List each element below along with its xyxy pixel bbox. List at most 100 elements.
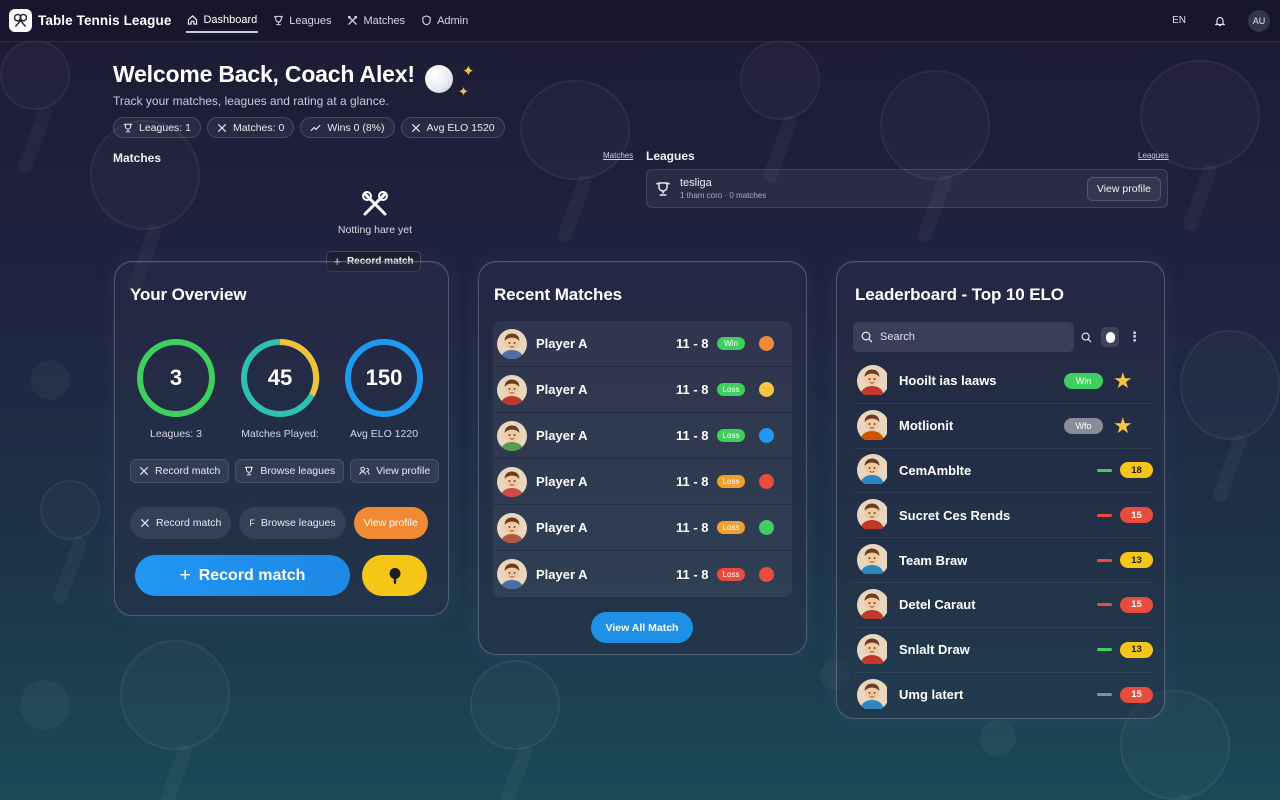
bell-icon[interactable]	[1214, 15, 1226, 27]
result-badge: Loss	[717, 475, 745, 488]
trophy-icon	[245, 466, 254, 476]
language-selector[interactable]: EN	[1172, 15, 1186, 26]
league-row[interactable]: tesliga 1 tham coro · 0 matches View pro…	[646, 169, 1168, 208]
league-meta: 1 tham coro · 0 matches	[680, 191, 767, 200]
match-player: Player A	[536, 520, 588, 535]
trophy-icon	[123, 123, 133, 132]
result-badge: Loss	[717, 383, 745, 396]
leagues-link[interactable]: Leagues	[1138, 151, 1169, 160]
pill-view-profile-button[interactable]: View profile	[353, 507, 428, 539]
match-row[interactable]: Player A 11 - 8 Loss	[493, 551, 792, 597]
result-badge: Loss	[717, 567, 745, 581]
player-name: Snlalt Draw	[899, 642, 970, 658]
button-label: Record match	[155, 465, 221, 477]
avatar	[857, 454, 889, 486]
ring-leagues: 3 Leagues: 3	[135, 337, 217, 440]
trend-dash-icon	[1097, 693, 1112, 697]
search-icon[interactable]	[1081, 332, 1092, 343]
button-label: Record match	[198, 566, 306, 584]
overview-title: Your Overview	[130, 285, 247, 304]
avatar	[857, 588, 889, 621]
plus-icon: +	[179, 564, 191, 586]
view-all-matches-button[interactable]: View All Match	[591, 612, 693, 643]
app-logo[interactable]	[9, 9, 32, 32]
avatar	[497, 374, 527, 405]
pill-record-match-button[interactable]: Record match	[130, 507, 232, 539]
button-label: Record match	[156, 517, 222, 529]
leaderboard-row[interactable]: Hooilt ias laaws Win ★	[853, 359, 1153, 404]
shield-icon	[422, 15, 431, 26]
overview-card: Your Overview 3 Leagues: 3 45 Matches Pl…	[114, 261, 449, 616]
hero: Welcome Back, Coach Alex! ✦ ✦ Track your…	[113, 60, 475, 109]
overview-record-match-button[interactable]: Record match	[130, 459, 230, 483]
player-name: CemAmblte	[899, 462, 972, 478]
match-row[interactable]: Player A 11 - 8 Loss	[493, 413, 792, 459]
matches-link[interactable]: Matches	[603, 151, 633, 160]
button-label: Browse leagues	[260, 517, 336, 529]
view-profile-button[interactable]: View profile	[1086, 176, 1161, 201]
nav-dashboard[interactable]: Dashboard	[186, 9, 259, 33]
leaderboard-row[interactable]: CemAmblte 18	[853, 449, 1153, 494]
big-record-match-button[interactable]: + Record match	[135, 555, 350, 596]
top-nav: Table Tennis League Dashboard Leagues Ma…	[0, 0, 1280, 42]
matches-empty-state: Notting hare yet	[334, 190, 416, 236]
result-badge: Win	[717, 337, 745, 350]
leaderboard-row[interactable]: Snlalt Draw 13	[853, 628, 1153, 673]
match-row[interactable]: Player A 11 - 8 Loss	[493, 505, 792, 551]
recent-matches-card: Recent Matches Player A 11 - 8 Win Player A…	[478, 261, 807, 655]
crossed-paddles-icon	[141, 519, 149, 527]
crossed-paddles-icon	[411, 123, 420, 132]
match-player: Player A	[536, 474, 588, 489]
sparkle-icon: ✦	[462, 63, 475, 80]
ring-value: 3	[169, 365, 183, 390]
chip-elo-label: Avg ELO 1520	[426, 121, 495, 134]
chip-leagues: Leagues: 1	[113, 117, 201, 138]
pill-browse-leagues-button[interactable]: F Browse leagues	[239, 507, 346, 539]
overview-view-profile-button[interactable]: View profile	[350, 459, 440, 483]
search-input[interactable]: Search	[853, 322, 1074, 352]
avatar	[497, 328, 527, 359]
leaderboard-row[interactable]: Detel Caraut 15	[853, 583, 1153, 628]
leaderboard-row[interactable]: Umg latert 15	[853, 673, 1153, 718]
avatar	[857, 409, 889, 442]
overview-browse-leagues-button[interactable]: Browse leagues	[235, 459, 345, 483]
toggle-icon[interactable]	[1101, 327, 1119, 347]
match-row[interactable]: Player A 11 - 8 Win	[493, 321, 792, 367]
match-row[interactable]: Player A 11 - 8 Loss	[493, 367, 792, 413]
avatar	[497, 466, 527, 497]
overview-rings: 3 Leagues: 3 45 Matches Played: 150 Avg …	[135, 337, 425, 440]
nav-admin-label: Admin	[437, 14, 469, 27]
leaderboard-row[interactable]: Sucret Ces Rends 15	[853, 493, 1153, 539]
chip-matches-label: Matches: 0	[232, 121, 285, 134]
leaderboard-row[interactable]: Team Braw 13	[853, 538, 1153, 583]
leaderboard-card: Leaderboard - Top 10 ELO Search ⋮ Hooilt…	[836, 261, 1165, 719]
match-row[interactable]: Player A 11 - 8 Loss	[493, 459, 792, 505]
nav-matches[interactable]: Matches	[346, 9, 406, 33]
status-dot	[759, 474, 774, 489]
avatar	[857, 364, 889, 397]
player-name: Detel Caraut	[899, 597, 976, 613]
avatar	[497, 512, 527, 543]
trend-icon	[310, 124, 321, 131]
crossed-paddles-icon	[218, 123, 226, 132]
elo-badge: 15	[1119, 686, 1153, 703]
user-avatar[interactable]: AU	[1248, 9, 1270, 32]
chip-matches: Matches: 0	[206, 117, 295, 138]
status-dot	[759, 428, 774, 443]
home-icon	[188, 15, 198, 25]
nav-leagues[interactable]: Leagues	[272, 9, 332, 33]
page-subtitle: Track your matches, leagues and rating a…	[113, 94, 389, 108]
page-title: Welcome Back, Coach Alex!	[113, 60, 415, 87]
nav-matches-label: Matches	[363, 14, 406, 27]
nav-admin[interactable]: Admin	[420, 9, 469, 33]
trend-dash-icon	[1097, 603, 1112, 607]
more-options-icon[interactable]: ⋮	[1128, 329, 1141, 345]
match-score: 11 - 8	[676, 474, 709, 489]
paddle-button[interactable]	[362, 555, 427, 596]
avatar	[857, 678, 889, 711]
sparkle-icon: ✦	[458, 84, 469, 99]
nav-dashboard-label: Dashboard	[203, 13, 258, 26]
match-score: 11 - 8	[676, 428, 709, 443]
trophy-icon	[656, 181, 670, 196]
leaderboard-row[interactable]: Motlionit Wfo ★	[853, 404, 1153, 449]
